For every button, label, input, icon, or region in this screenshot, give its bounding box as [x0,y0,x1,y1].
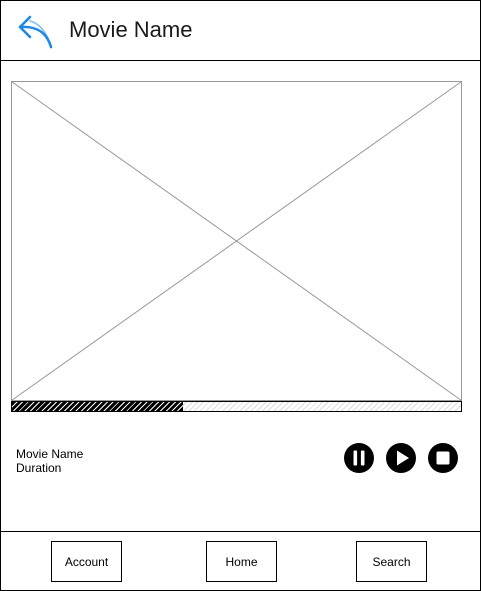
stop-button[interactable] [427,442,459,474]
bottom-nav: Account Home Search [1,531,480,591]
playback-progress-bar[interactable] [11,401,462,412]
duration-label: Duration [16,461,62,475]
stop-icon [428,443,458,473]
play-button[interactable] [385,442,417,474]
progress-fill [12,402,183,411]
pause-icon [344,443,374,473]
movie-info: Movie Name Duration [16,447,83,475]
search-button[interactable]: Search [356,541,427,582]
playback-controls [341,439,461,477]
back-button[interactable] [17,13,55,51]
movie-name-label: Movie Name [16,447,84,461]
reply-arrow-icon [18,15,53,49]
page-title: Movie Name [69,17,193,42]
play-icon [386,443,416,473]
app-header: Movie Name [1,1,480,61]
image-placeholder [11,81,462,401]
pause-button[interactable] [343,442,375,474]
video-player-area[interactable] [11,81,462,401]
app-frame: Movie Name Movie Name Duration Account H… [0,0,481,591]
home-button[interactable]: Home [206,541,277,582]
account-button[interactable]: Account [51,541,122,582]
